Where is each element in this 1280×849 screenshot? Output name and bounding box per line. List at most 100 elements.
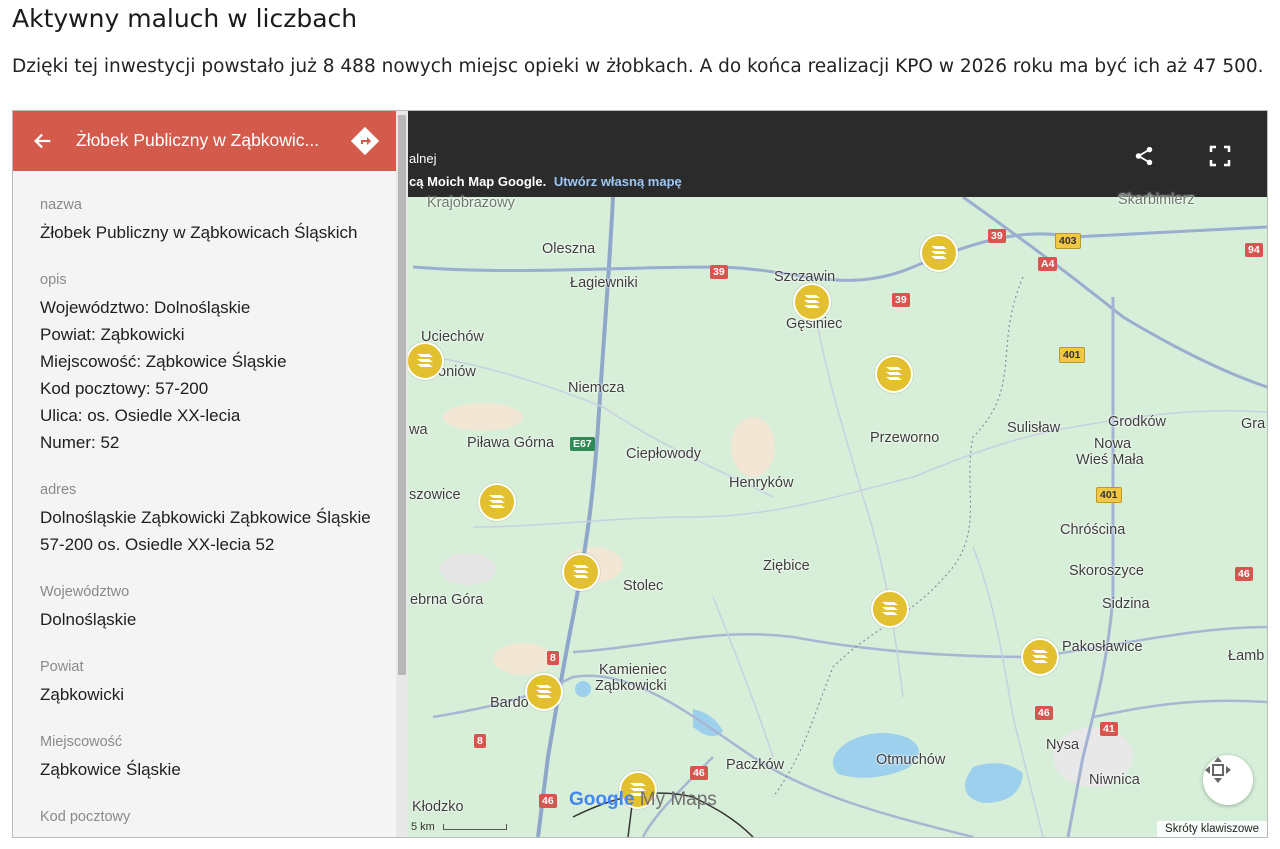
nursery-marker[interactable] (525, 673, 563, 711)
place-label: oniów (438, 364, 476, 380)
field-wojewodztwo: Województwo Dolnośląskie (40, 582, 376, 633)
opis-line: Powiat: Ząbkowicki (40, 325, 185, 344)
place-label: Grodków (1108, 414, 1167, 430)
panel-scrollbar[interactable] (396, 111, 408, 837)
map-attribution-text: cą Moich Map Google. (409, 174, 547, 189)
place-label: Ziębice (763, 558, 810, 574)
nursery-marker[interactable] (793, 283, 831, 321)
place-label: Skarbimierz (1118, 192, 1195, 208)
google-my-maps-logo: Google My Maps (569, 789, 717, 811)
place-label: Henryków (729, 475, 794, 491)
nursery-marker[interactable] (406, 342, 444, 380)
road-shield: 46 (539, 794, 557, 808)
page: Aktywny maluch w liczbach Dzięki tej inw… (0, 0, 1280, 849)
directions-icon[interactable] (349, 125, 381, 157)
opis-line: Miejscowość: Ząbkowice Śląskie (40, 352, 287, 371)
field-value: Ząbkowice Śląskie (40, 760, 181, 779)
place-label: Otmuchów (876, 752, 946, 768)
place-label: Skoroszyce (1069, 563, 1144, 579)
scale-label: 5 km (411, 821, 435, 833)
field-label: Miejscowość (40, 734, 123, 750)
nursery-marker[interactable] (875, 355, 913, 393)
place-label: Piława Górna (467, 435, 555, 451)
road-shield: 46 (690, 766, 708, 780)
place-label: Gra (1241, 416, 1266, 432)
place-label: Ciepłowody (626, 446, 701, 462)
crosshair-icon[interactable] (1203, 755, 1253, 805)
field-powiat: Powiat Ząbkowicki (40, 657, 376, 708)
road-shield: 401 (1096, 487, 1122, 503)
road-shield: 403 (1055, 233, 1081, 249)
share-icon[interactable] (1129, 141, 1159, 171)
map-title-fragment: alnej (409, 151, 437, 166)
create-map-link[interactable]: Utwórz własną mapę (554, 174, 682, 189)
road-shield: 401 (1059, 347, 1085, 363)
opis-line: Ulica: os. Osiedle XX-lecia (40, 406, 241, 425)
map-scale: 5 km (411, 821, 507, 833)
field-adres: adres Dolnośląskie Ząbkowicki Ząbkowice … (40, 480, 376, 558)
article-lead: Dzięki tej inwestycji powstało już 8 488… (12, 56, 1264, 77)
nursery-marker[interactable] (920, 234, 958, 272)
article-title: Aktywny maluch w liczbach (12, 4, 358, 33)
panel-title: Żłobek Publiczny w Ząbkowic... (76, 130, 320, 150)
place-label: Oleszna (542, 241, 596, 257)
place-label: Niwnica (1089, 772, 1140, 788)
map-attribution: cą Moich Map Google. Utwórz własną mapę (409, 174, 682, 189)
arrow-left-icon[interactable] (27, 125, 59, 157)
opis-line: Numer: 52 (40, 433, 120, 452)
field-opis: opis Województwo: Dolnośląskie Powiat: Z… (40, 270, 376, 456)
road-shield: E67 (570, 437, 595, 451)
fullscreen-icon[interactable] (1205, 141, 1235, 171)
place-label: szowice (409, 487, 461, 503)
scrollbar-thumb[interactable] (398, 115, 406, 675)
field-value: Dolnośląskie Ząbkowicki Ząbkowice Śląski… (40, 508, 371, 554)
opis-line: Województwo: Dolnośląskie (40, 298, 251, 317)
place-label: ebrna Góra (410, 592, 484, 608)
keyboard-shortcuts-link[interactable]: Skróty klawiszowe (1157, 821, 1267, 837)
place-label: Krajobrazowy (427, 195, 515, 211)
field-miejscowosc: Miejscowość Ząbkowice Śląskie (40, 732, 376, 783)
panel-body: nazwa Żłobek Publiczny w Ząbkowicach Ślą… (13, 171, 396, 837)
place-label: Sidzina (1102, 596, 1150, 612)
nursery-marker[interactable] (478, 483, 516, 521)
nursery-marker[interactable] (871, 590, 909, 628)
opis-line: Kod pocztowy: 57-200 (40, 379, 209, 398)
my-maps-text: My Maps (639, 789, 717, 810)
road-shield: A4 (1038, 257, 1058, 271)
road-shield: 39 (892, 293, 910, 307)
field-label: nazwa (40, 197, 82, 213)
place-label: wa (409, 422, 428, 438)
field-label: Województwo (40, 584, 130, 600)
google-logo-text: Google (569, 789, 635, 810)
place-label: Łagiewniki (570, 275, 638, 291)
field-label: opis (40, 272, 67, 288)
place-details-panel: Żłobek Publiczny w Ząbkowic... nazwa Żło… (13, 111, 396, 837)
place-label: Kamieniec (599, 662, 667, 678)
place-label: Wieś Mała (1076, 452, 1144, 468)
place-label: Pakosławice (1062, 639, 1143, 655)
embedded-map[interactable]: alnej cą Moich Map Google. Utwórz własną… (12, 110, 1268, 838)
field-value: Dolnośląskie (40, 610, 137, 629)
road-shield: 46 (1235, 567, 1253, 581)
place-label: Przeworno (870, 430, 940, 446)
place-label: Ząbkowicki (595, 678, 667, 694)
place-label: Bardo (490, 695, 529, 711)
panel-header: Żłobek Publiczny w Ząbkowic... (13, 111, 396, 171)
road-shield: 46 (1035, 706, 1053, 720)
place-label: Kłodzko (412, 799, 464, 815)
field-label: Kod pocztowy (40, 809, 131, 825)
scale-bar (442, 824, 507, 831)
road-shield: 94 (1245, 243, 1263, 257)
road-shield: 39 (710, 265, 728, 279)
road-shield: 41 (1100, 722, 1118, 736)
nursery-marker[interactable] (1021, 638, 1059, 676)
place-label: Chróścina (1060, 522, 1126, 538)
field-value: Województwo: Dolnośląskie Powiat: Ząbkow… (40, 294, 376, 456)
selected-nursery-marker[interactable] (562, 553, 600, 591)
road-shield: 8 (474, 734, 486, 748)
place-label: Stolec (623, 578, 664, 594)
place-label: Łamb (1228, 648, 1265, 664)
place-label: Nowa (1094, 436, 1132, 452)
road-shield: 8 (547, 651, 559, 665)
field-label: Powiat (40, 659, 84, 675)
